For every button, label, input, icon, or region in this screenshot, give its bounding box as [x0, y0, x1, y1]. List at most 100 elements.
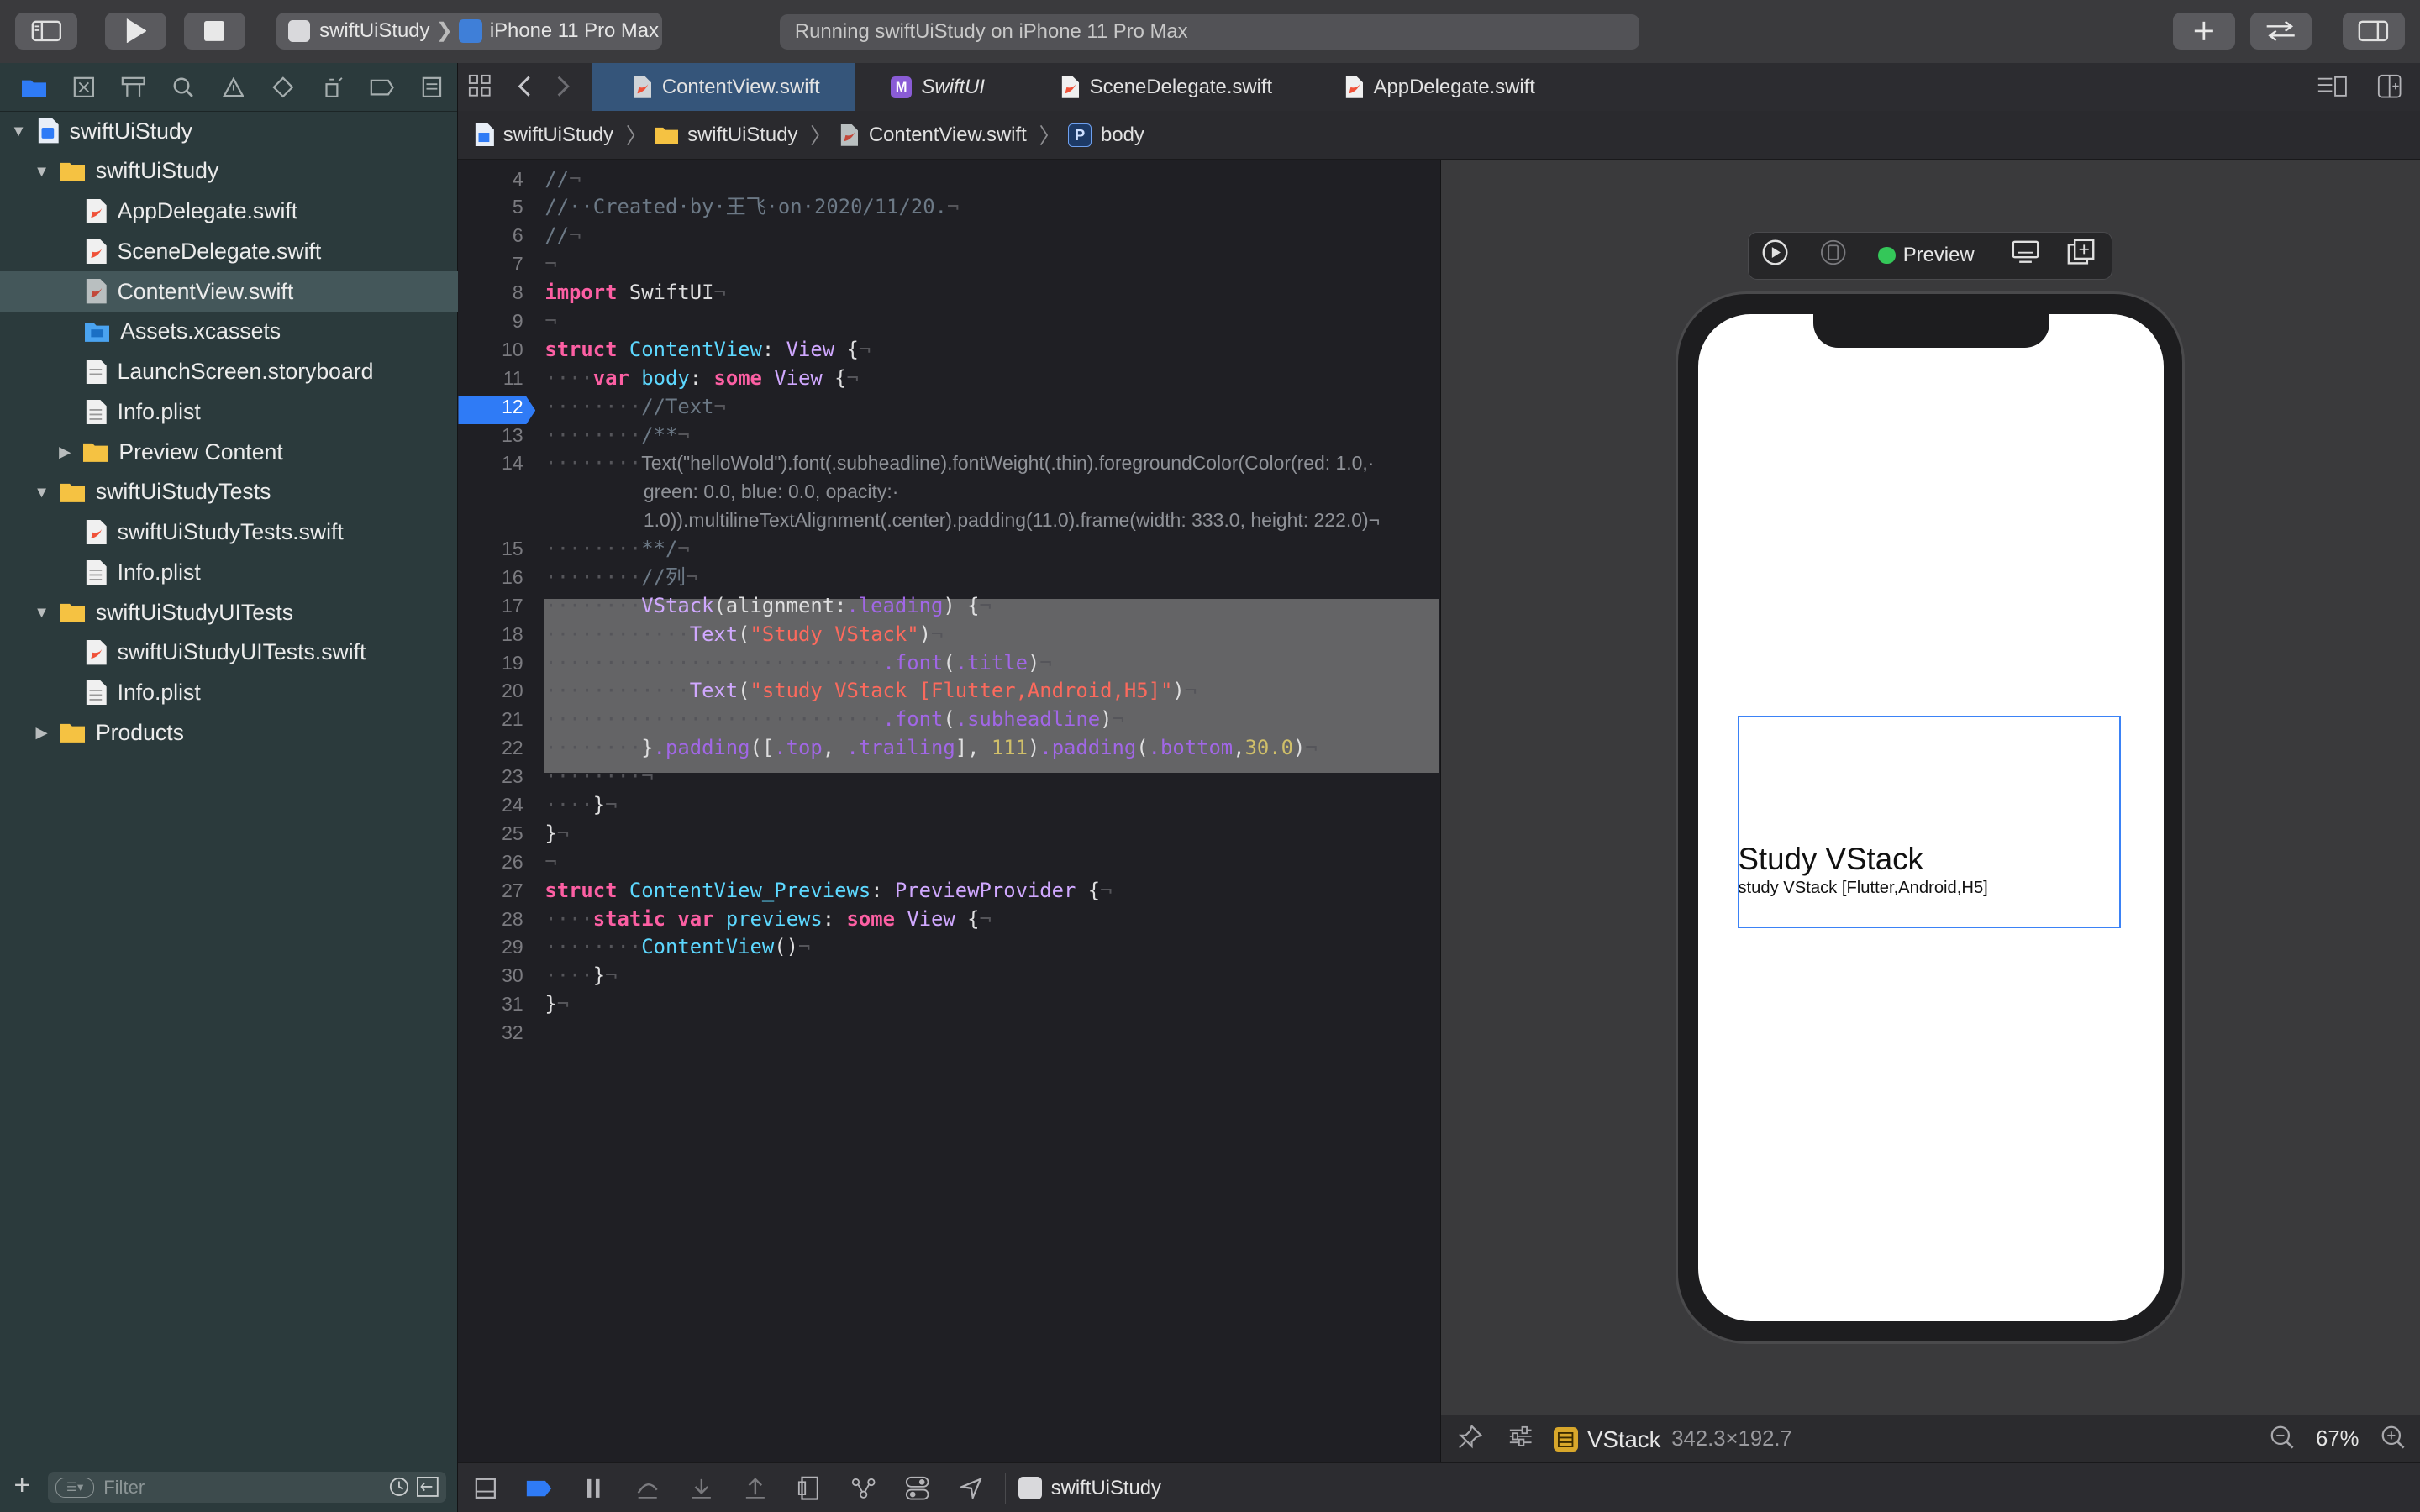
code-line[interactable]: 5 //··Created·by·王飞·on·2020/11/20.¬ [458, 193, 1438, 222]
line-number[interactable]: 9 [458, 307, 523, 336]
breadcrumb-file[interactable]: ContentView.swift [839, 123, 1027, 147]
line-number[interactable]: 29 [458, 933, 523, 962]
code-line[interactable]: 8 import SwiftUI¬ [458, 279, 1438, 307]
line-number[interactable]: 8 [458, 279, 523, 307]
memory-graph-icon[interactable] [836, 1463, 890, 1512]
line-number[interactable]: 18 [458, 621, 523, 649]
tab-contentview[interactable]: ContentView.swift [592, 63, 855, 112]
pin-icon[interactable] [1458, 1424, 1483, 1455]
line-number[interactable]: 31 [458, 990, 523, 1019]
code-line[interactable]: 1.0)).multilineTextAlignment(.center).pa… [458, 507, 1438, 535]
simulate-location-icon[interactable] [944, 1463, 998, 1512]
code-line[interactable]: 30 ····}¬ [458, 962, 1438, 990]
environment-overrides-icon[interactable] [891, 1463, 944, 1512]
tree-item-group[interactable]: ▶ Products [0, 713, 489, 753]
device-preview-icon[interactable] [1821, 239, 1846, 272]
code-line[interactable]: 17 ········VStack(alignment:.leading) {¬ [458, 592, 1438, 621]
library-button[interactable] [2173, 12, 2235, 50]
line-number[interactable]: 22 [458, 734, 523, 763]
line-number[interactable]: 16 [458, 564, 523, 592]
code-line[interactable]: 6 //¬ [458, 222, 1438, 250]
adjustments-icon[interactable] [1508, 1425, 1533, 1453]
tree-item-group[interactable]: ▶ Preview Content [0, 432, 513, 472]
tree-item-group[interactable]: ▼ swiftUiStudyTests [0, 472, 489, 512]
nav-find-tab[interactable] [159, 63, 208, 111]
editor-options-icon[interactable] [2317, 76, 2348, 104]
line-number[interactable]: 24 [458, 791, 523, 820]
nav-report-tab[interactable] [408, 63, 457, 111]
code-line[interactable]: 9 ¬ [458, 307, 1438, 336]
nav-symbol-tab[interactable] [108, 63, 158, 111]
view-hierarchy-icon[interactable] [782, 1463, 836, 1512]
source-control-filter-icon[interactable] [416, 1476, 439, 1502]
code-line[interactable]: 4 //¬ [458, 165, 1438, 194]
line-number[interactable]: 5 [458, 193, 523, 222]
code-line[interactable]: 32 [458, 1019, 1438, 1047]
line-number[interactable]: 4 [458, 165, 523, 194]
line-number[interactable]: 7 [458, 250, 523, 279]
code-line[interactable]: 18 ············Text("Study VStack")¬ [458, 621, 1438, 649]
run-button[interactable] [104, 12, 167, 50]
tab-swiftui[interactable]: M SwiftUI [890, 63, 1029, 111]
code-line[interactable]: 7 ¬ [458, 250, 1438, 279]
code-line[interactable]: 25}¬ [458, 820, 1438, 848]
line-number[interactable]: 19 [458, 649, 523, 678]
line-number[interactable]: 13 [458, 422, 523, 450]
live-preview-icon[interactable] [1761, 239, 1789, 272]
tree-item-project[interactable]: ▼ swiftUiStudy [0, 111, 466, 151]
code-line[interactable]: 31}¬ [458, 990, 1438, 1019]
tab-scenedelegate[interactable]: SceneDelegate.swift [1060, 63, 1307, 111]
code-line[interactable]: 29 ········ContentView()¬ [458, 933, 1438, 962]
code-line[interactable]: 13 ········/**¬ [458, 422, 1438, 450]
split-editor-icon[interactable] [2377, 74, 2402, 105]
add-icon[interactable]: + [14, 1472, 30, 1499]
breadcrumb-project[interactable]: swiftUiStudy [474, 123, 613, 147]
line-number[interactable]: 10 [458, 336, 523, 365]
line-number[interactable]: 32 [458, 1019, 523, 1047]
tab-appdelegate[interactable]: AppDelegate.swift [1344, 63, 1576, 111]
pause-icon[interactable] [566, 1463, 620, 1512]
code-line[interactable]: 10 struct ContentView: View {¬ [458, 336, 1438, 365]
code-line[interactable]: 20 ············Text("study VStack [Flutte… [458, 677, 1438, 706]
step-out-icon[interactable] [729, 1463, 782, 1512]
code-line[interactable]: 26 ¬ [458, 848, 1438, 877]
code-line[interactable]: 14 ········Text("helloWold").font(.subhea… [458, 449, 1438, 478]
code-line[interactable]: 28 ····static var previews: some View {¬ [458, 906, 1438, 934]
breakpoints-toggle-icon[interactable] [513, 1463, 566, 1512]
code-line[interactable]: 22 ········}.padding([.top, .trailing], 1… [458, 734, 1438, 763]
tree-item-group[interactable]: ▼ swiftUiStudyUITests [0, 592, 489, 633]
code-line[interactable]: 12 ········//Text¬ [458, 393, 1438, 422]
line-number[interactable]: 11 [458, 365, 523, 393]
breadcrumb-group[interactable]: swiftUiStudy [655, 123, 797, 147]
code-line[interactable]: 24 ····}¬ [458, 791, 1438, 820]
zoom-in-icon[interactable] [2381, 1425, 2405, 1455]
code-line[interactable]: 27 struct ContentView_Previews: PreviewPr… [458, 877, 1438, 906]
related-items-icon[interactable] [468, 74, 492, 105]
nav-breakpoint-tab[interactable] [357, 63, 407, 111]
nav-source-control-tab[interactable] [59, 63, 108, 111]
duplicate-preview-icon[interactable] [2067, 239, 2095, 272]
filter-options-icon[interactable]: ☰▾ [55, 1477, 95, 1498]
line-number[interactable]: 25 [458, 820, 523, 848]
filter-field[interactable]: ☰▾ Filter [47, 1472, 446, 1503]
nav-issue-tab[interactable] [208, 63, 258, 111]
stop-button[interactable] [183, 12, 246, 50]
line-number[interactable]: 14 [458, 449, 523, 478]
nav-project-tab[interactable] [9, 63, 59, 111]
line-number[interactable]: 27 [458, 877, 523, 906]
zoom-out-icon[interactable] [2270, 1425, 2294, 1455]
line-number[interactable]: 12 [458, 393, 523, 422]
line-number[interactable]: 28 [458, 906, 523, 934]
code-line[interactable]: 19 ····························.font(.tit… [458, 649, 1438, 678]
hide-debug-area-icon[interactable] [458, 1463, 512, 1512]
line-number[interactable]: 17 [458, 592, 523, 621]
line-number[interactable]: 26 [458, 848, 523, 877]
nav-debug-tab[interactable] [308, 63, 357, 111]
line-number[interactable]: 23 [458, 763, 523, 791]
back-icon[interactable] [517, 74, 532, 105]
line-number[interactable]: 6 [458, 222, 523, 250]
code-line[interactable]: 15 ········**/¬ [458, 535, 1438, 564]
step-into-icon[interactable] [675, 1463, 729, 1512]
tree-item-group[interactable]: ▼ swiftUiStudy [0, 151, 489, 192]
code-line[interactable]: 16 ········//列¬ [458, 564, 1438, 592]
